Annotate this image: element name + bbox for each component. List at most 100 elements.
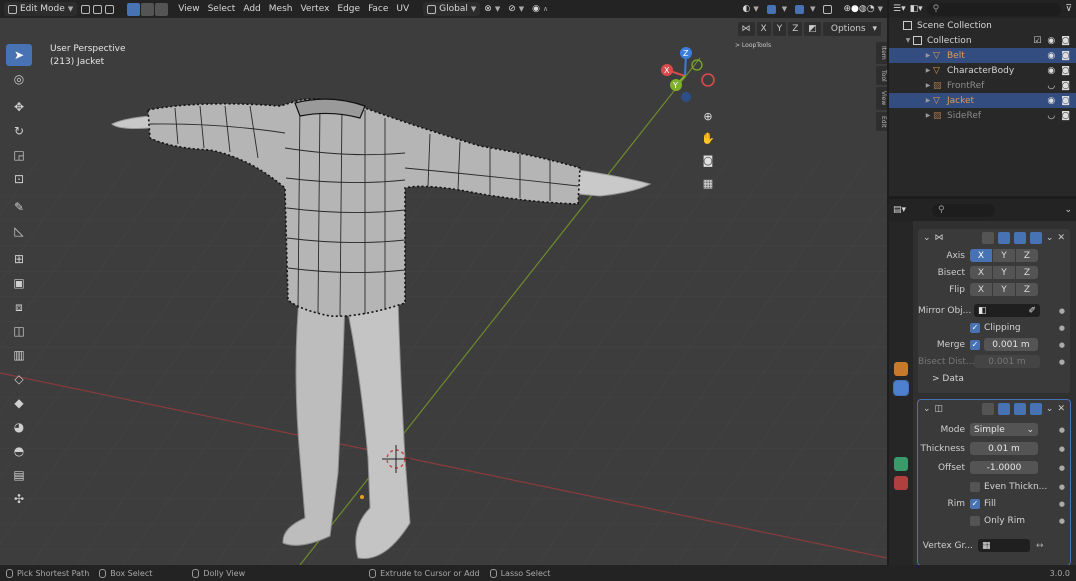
- cursor-tool[interactable]: ◎: [6, 68, 32, 90]
- render-toggle[interactable]: [1029, 403, 1042, 415]
- viewport-toggle[interactable]: [1013, 403, 1026, 415]
- chevron-down-icon[interactable]: ⌄: [1046, 404, 1054, 414]
- outliner-item-characterbody[interactable]: ▶ ▽ CharacterBody ◉ ◙: [889, 63, 1076, 78]
- rendered-shading-icon[interactable]: ◔: [867, 4, 875, 14]
- bisect-y-toggle[interactable]: Y: [993, 266, 1015, 279]
- collapse-arrow-icon[interactable]: ⌄: [923, 233, 931, 243]
- mirror-icon[interactable]: ⋈: [737, 22, 755, 36]
- cage-toggle[interactable]: [997, 232, 1010, 244]
- outliner-item-frontref[interactable]: ▶ ▨ FrontRef ◡ ◙: [889, 78, 1076, 93]
- pivot-dropdown[interactable]: ⊗ ▼: [480, 2, 504, 16]
- collection-tab-icon[interactable]: [894, 343, 908, 357]
- inset-tool[interactable]: ⧈: [6, 296, 32, 318]
- camera-icon[interactable]: ◙: [1061, 66, 1070, 76]
- menu-uv[interactable]: UV: [392, 2, 413, 16]
- gizmo-toggle[interactable]: ▼: [763, 2, 791, 16]
- move-tool[interactable]: ✥: [6, 96, 32, 118]
- auto-merge-icon[interactable]: ◩: [804, 22, 821, 36]
- perspective-grid-icon[interactable]: ▦: [698, 173, 718, 193]
- mirror-y-button[interactable]: Y: [772, 22, 787, 36]
- eye-closed-icon[interactable]: ◡: [1047, 81, 1055, 91]
- tab-edit[interactable]: Edit: [876, 111, 887, 132]
- loop-tools-panel[interactable]: > LoopTools: [735, 42, 771, 49]
- camera-icon[interactable]: ◙: [1061, 111, 1070, 121]
- camera-icon[interactable]: ◙: [698, 150, 718, 170]
- snap-toggle[interactable]: ⊘ ▼: [504, 2, 528, 16]
- proportional-edit-toggle[interactable]: ◉ ∧: [528, 2, 552, 16]
- vertex-group-field[interactable]: ▦: [978, 539, 1030, 552]
- tab-item[interactable]: Item: [876, 42, 887, 64]
- viewport-toggle[interactable]: [1013, 232, 1026, 244]
- vertex-mode-button[interactable]: [127, 2, 141, 16]
- outliner-item-belt[interactable]: ▶ ▽ Belt ◉ ◙: [889, 48, 1076, 63]
- physics-tab-icon[interactable]: [894, 419, 908, 433]
- knife-tool[interactable]: ◇: [6, 368, 32, 390]
- checkbox-icon[interactable]: ☑: [1033, 36, 1041, 46]
- constraints-tab-icon[interactable]: [894, 438, 908, 452]
- edge-select-icon[interactable]: [93, 4, 103, 14]
- menu-add[interactable]: Add: [239, 2, 264, 16]
- menu-vertex[interactable]: Vertex: [296, 2, 333, 16]
- eye-icon[interactable]: ◉: [1047, 51, 1055, 61]
- annotate-tool[interactable]: ✎: [6, 196, 32, 218]
- shrink-fatten-tool[interactable]: ✣: [6, 488, 32, 510]
- flip-z-toggle[interactable]: Z: [1016, 283, 1038, 296]
- menu-edge[interactable]: Edge: [333, 2, 364, 16]
- solidify-mode-dropdown[interactable]: Simple ⌄: [970, 423, 1038, 436]
- modifier-tab-icon[interactable]: [893, 380, 909, 396]
- visibility-dropdown[interactable]: ◐ ▼: [738, 2, 762, 16]
- mirror-x-button[interactable]: X: [756, 22, 771, 36]
- offset-field[interactable]: -1.0000: [970, 461, 1038, 474]
- data-subpanel[interactable]: > Data: [918, 370, 1070, 387]
- mirror-z-button[interactable]: Z: [788, 22, 803, 36]
- flip-y-toggle[interactable]: Y: [993, 283, 1015, 296]
- outliner-item-sideref[interactable]: ▶ ▨ SideRef ◡ ◙: [889, 108, 1076, 123]
- spin-tool[interactable]: ◕: [6, 416, 32, 438]
- editor-type-icon[interactable]: ☰▾: [893, 4, 906, 14]
- loop-cut-tool[interactable]: ▥: [6, 344, 32, 366]
- edit-mode-toggle[interactable]: [981, 232, 994, 244]
- close-icon[interactable]: ✕: [1057, 233, 1065, 243]
- flip-x-toggle[interactable]: X: [970, 283, 992, 296]
- zoom-icon[interactable]: ⊕: [698, 106, 718, 126]
- overlay-toggle[interactable]: ▼: [791, 2, 819, 16]
- vertex-select-icon[interactable]: [81, 4, 91, 14]
- smooth-tool[interactable]: ◓: [6, 440, 32, 462]
- close-icon[interactable]: ✕: [1057, 404, 1065, 414]
- particles-tab-icon[interactable]: [894, 400, 908, 414]
- camera-icon[interactable]: ◙: [1061, 51, 1070, 61]
- view-layer-tab-icon[interactable]: [894, 286, 908, 300]
- axis-y-toggle[interactable]: Y: [993, 249, 1015, 262]
- axis-z-toggle[interactable]: Z: [1016, 249, 1038, 262]
- even-thickness-checkbox[interactable]: [970, 481, 980, 492]
- invert-arrows-icon[interactable]: ↔: [1036, 541, 1044, 551]
- menu-mesh[interactable]: Mesh: [265, 2, 297, 16]
- merge-distance-field[interactable]: 0.001 m: [984, 338, 1038, 351]
- menu-select[interactable]: Select: [204, 2, 240, 16]
- select-box-tool[interactable]: ➤: [6, 44, 32, 66]
- outliner-item-jacket[interactable]: ▶ ▽ Jacket ◉ ◙: [889, 93, 1076, 108]
- tab-tool[interactable]: Tool: [876, 65, 887, 86]
- tool-tab-icon[interactable]: [894, 229, 908, 243]
- menu-view[interactable]: View: [174, 2, 203, 16]
- bisect-distance-field[interactable]: 0.001 m: [974, 355, 1040, 368]
- editor-type-icon[interactable]: ▤▾: [893, 205, 906, 215]
- expand-arrow-icon[interactable]: ▼: [903, 37, 913, 44]
- add-cube-tool[interactable]: ⊞: [6, 248, 32, 270]
- menu-face[interactable]: Face: [364, 2, 392, 16]
- outliner-search-input[interactable]: ⚲: [926, 2, 1062, 16]
- rotate-tool[interactable]: ↻: [6, 120, 32, 142]
- bisect-x-toggle[interactable]: X: [970, 266, 992, 279]
- only-rim-checkbox[interactable]: [970, 515, 980, 526]
- edge-mode-button[interactable]: [141, 2, 155, 16]
- chevron-down-icon[interactable]: ⌄: [1046, 233, 1054, 243]
- eyedropper-icon[interactable]: ✐: [1028, 306, 1036, 316]
- render-tab-icon[interactable]: [894, 248, 908, 262]
- mode-dropdown[interactable]: Edit Mode ▼: [4, 2, 78, 16]
- hand-pan-icon[interactable]: ✋: [698, 128, 718, 148]
- eye-icon[interactable]: ◉: [1047, 36, 1055, 46]
- material-shading-icon[interactable]: ◍: [859, 4, 867, 14]
- face-select-icon[interactable]: [105, 4, 115, 14]
- extrude-tool[interactable]: ▣: [6, 272, 32, 294]
- data-tab-icon[interactable]: [894, 457, 908, 471]
